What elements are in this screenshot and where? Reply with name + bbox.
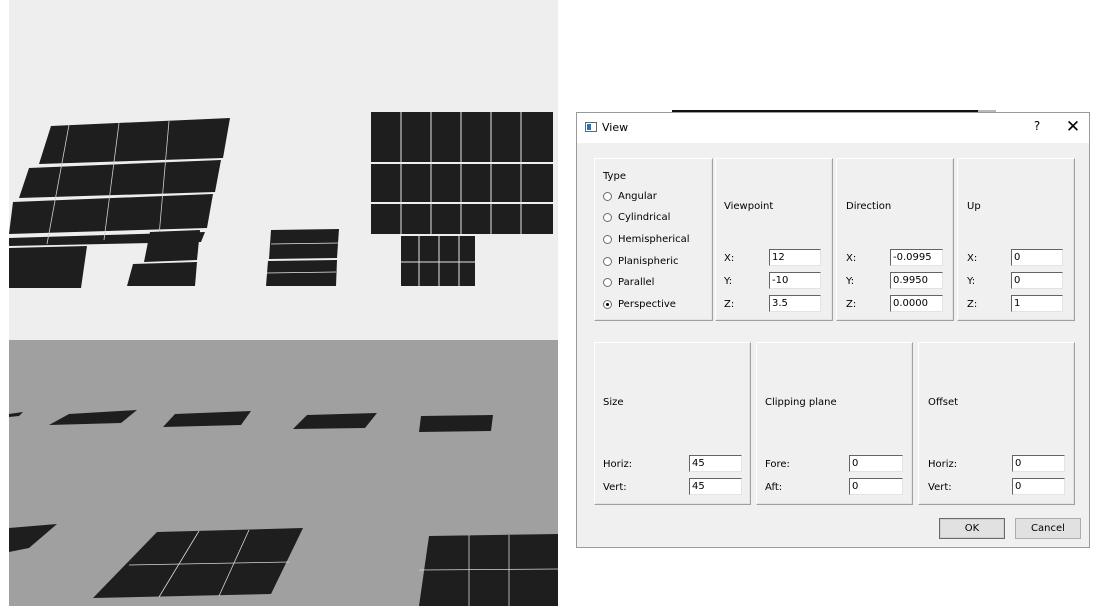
viewpoint-y-input[interactable]: -10 [769, 272, 821, 289]
viewpoint-x-input[interactable]: 12 [769, 249, 821, 266]
direction-heading: Direction [846, 201, 892, 212]
type-group: Type Angular Cylindrical Hemispherical P… [594, 158, 713, 321]
radio-button[interactable] [603, 257, 612, 266]
size-vert-label: Vert: [603, 482, 627, 493]
cancel-button[interactable]: Cancel [1015, 518, 1081, 539]
viewpoint-group: Viewpoint X: 12 Y: -10 Z: 3.5 [715, 158, 833, 321]
size-heading: Size [603, 397, 624, 408]
radio-label: Hemispherical [618, 234, 690, 245]
clipping-aft-input[interactable]: 0 [849, 478, 903, 495]
viewpoint-z-input[interactable]: 3.5 [769, 295, 821, 312]
radio-button[interactable] [603, 192, 612, 201]
up-group: Up X: 0 Y: 0 Z: 1 [957, 158, 1075, 321]
dialog-titlebar[interactable]: View ? ✕ [577, 113, 1089, 143]
viewpoint-z-label: Z: [724, 299, 735, 310]
direction-x-input[interactable]: -0.0995 [890, 249, 943, 266]
clipping-plane-group: Clipping plane Fore: 0 Aft: 0 [756, 342, 913, 505]
direction-x-label: X: [846, 253, 857, 264]
up-x-input[interactable]: 0 [1011, 249, 1063, 266]
clipping-heading: Clipping plane [765, 397, 837, 408]
up-z-label: Z: [967, 299, 978, 310]
radio-label: Angular [618, 191, 657, 202]
size-group: Size Horiz: 45 Vert: 45 [594, 342, 751, 505]
radio-button-selected[interactable] [603, 300, 612, 309]
offset-group: Offset Horiz: 0 Vert: 0 [918, 342, 1075, 505]
viewpoint-y-label: Y: [724, 276, 733, 287]
clipping-fore-input[interactable]: 0 [849, 455, 903, 472]
direction-group: Direction X: -0.0995 Y: 0.9950 Z: 0.0000 [836, 158, 954, 321]
viewpoint-x-label: X: [724, 253, 735, 264]
size-horiz-label: Horiz: [603, 459, 633, 470]
direction-y-label: Y: [846, 276, 855, 287]
ok-button[interactable]: OK [939, 518, 1005, 539]
dialog-title: View [602, 121, 629, 134]
up-y-input[interactable]: 0 [1011, 272, 1063, 289]
up-y-label: Y: [967, 276, 976, 287]
help-button[interactable]: ? [1027, 119, 1047, 137]
direction-z-label: Z: [846, 299, 857, 310]
offset-vert-label: Vert: [928, 482, 952, 493]
clipping-fore-label: Fore: [765, 459, 790, 470]
close-button[interactable]: ✕ [1062, 116, 1084, 138]
offset-horiz-label: Horiz: [928, 459, 958, 470]
direction-z-input[interactable]: 0.0000 [890, 295, 943, 312]
3d-viewport[interactable] [9, 0, 558, 606]
radio-button[interactable] [603, 235, 612, 244]
size-horiz-input[interactable]: 45 [689, 455, 742, 472]
radio-label: Cylindrical [618, 212, 671, 223]
radio-button[interactable] [603, 213, 612, 222]
up-z-input[interactable]: 1 [1011, 295, 1063, 312]
up-x-label: X: [967, 253, 978, 264]
viewpoint-heading: Viewpoint [724, 201, 774, 212]
up-heading: Up [967, 201, 981, 212]
radio-label: Parallel [618, 277, 655, 288]
view-dialog: View ? ✕ Type Angular Cylindrical Hemisp… [576, 112, 1090, 548]
scene-render [9, 0, 558, 606]
offset-horiz-input[interactable]: 0 [1012, 455, 1065, 472]
offset-heading: Offset [928, 397, 959, 408]
direction-y-input[interactable]: 0.9950 [890, 272, 943, 289]
clipping-aft-label: Aft: [765, 482, 783, 493]
panel-array-center [266, 229, 340, 286]
window-icon [585, 122, 597, 132]
radio-button[interactable] [603, 278, 612, 287]
radio-label: Planispheric [618, 256, 679, 267]
size-vert-input[interactable]: 45 [689, 478, 742, 495]
type-heading: Type [603, 171, 626, 182]
radio-label: Perspective [618, 299, 676, 310]
offset-vert-input[interactable]: 0 [1012, 478, 1065, 495]
